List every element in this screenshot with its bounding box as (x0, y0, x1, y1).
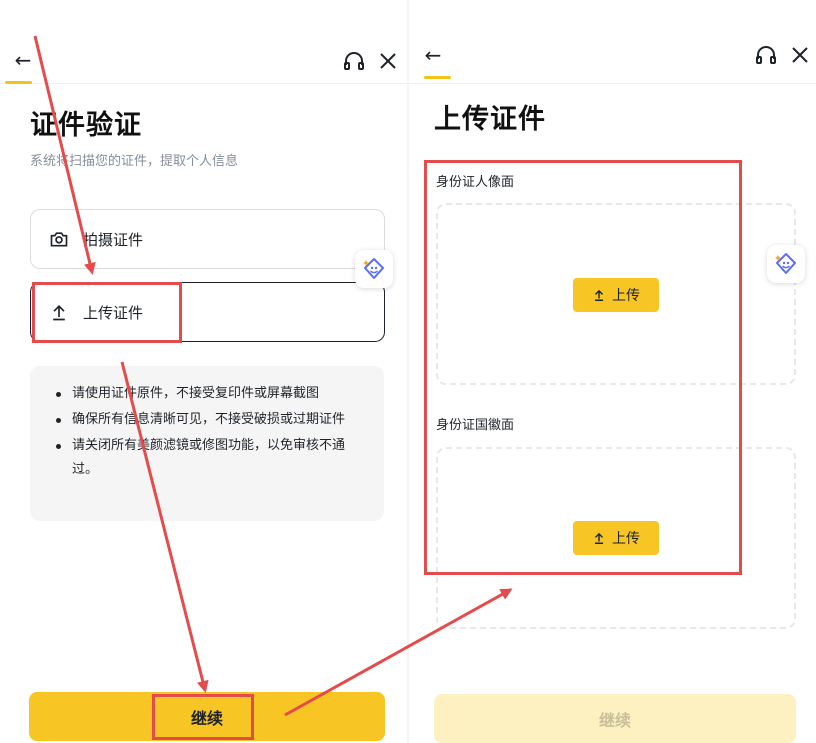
page-subtitle: 系统将扫描您的证件，提取个人信息 (30, 154, 239, 169)
back-active-indicator (5, 81, 32, 84)
tip-item: 请使用证件原件，不接受复印件或屏幕截图 (52, 382, 368, 406)
take-photo-option[interactable]: 拍摄证件 (30, 209, 385, 269)
continue-button-disabled: 继续 (434, 694, 796, 743)
upload-document-label: 上传证件 (83, 303, 144, 322)
left-screen: ← 证件验证 系统将扫描您的证件，提取个人信息 拍摄证件 上传证件 请使用证件原… (0, 0, 408, 743)
page-title: 上传证件 (434, 104, 546, 135)
tip-item: 请关闭所有美颜滤镜或修图功能，以免审核不通过。 (52, 434, 368, 482)
headset-icon[interactable] (754, 43, 778, 67)
page-title: 证件验证 (30, 110, 142, 141)
right-top-bar: ← (408, 0, 816, 84)
upload-arrow-icon (594, 532, 604, 544)
upload-back-label: 上传 (612, 531, 640, 547)
tip-item: 确保所有信息清晰可见，不接受破损或过期证件 (52, 408, 368, 432)
back-active-indicator (424, 76, 451, 79)
ai-face-icon[interactable] (355, 250, 393, 288)
back-side-label: 身份证国徽面 (436, 418, 515, 433)
back-arrow-icon[interactable]: ← (10, 47, 36, 73)
upload-back-button[interactable]: 上传 (573, 521, 659, 555)
upload-arrow-icon (594, 289, 604, 301)
upload-arrow-icon (49, 302, 69, 322)
continue-button[interactable]: 继续 (29, 692, 385, 741)
back-arrow-icon[interactable]: ← (420, 42, 446, 68)
headset-icon[interactable] (342, 49, 366, 73)
panel-divider (407, 0, 409, 743)
upload-document-option[interactable]: 上传证件 (30, 282, 385, 342)
tips-box: 请使用证件原件，不接受复印件或屏幕截图 确保所有信息清晰可见，不接受破损或过期证… (30, 366, 384, 521)
ai-face-icon[interactable] (767, 245, 805, 283)
front-side-label: 身份证人像面 (436, 175, 515, 190)
upload-front-label: 上传 (612, 288, 640, 304)
camera-icon (49, 229, 69, 249)
left-top-bar: ← (0, 0, 408, 84)
upload-front-button[interactable]: 上传 (573, 278, 659, 312)
close-icon[interactable] (788, 43, 812, 67)
close-icon[interactable] (376, 49, 400, 73)
take-photo-label: 拍摄证件 (83, 230, 144, 249)
